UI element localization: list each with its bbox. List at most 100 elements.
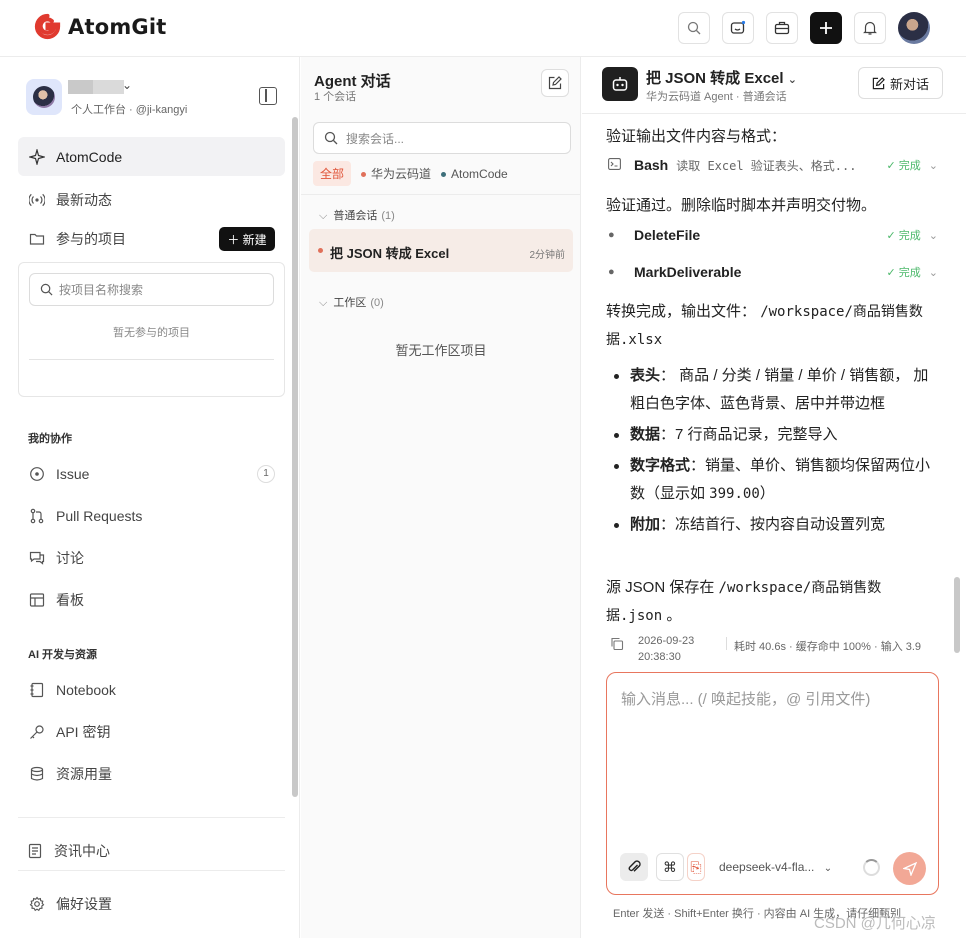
brand-name: AtomGit [68,14,167,39]
filter-label: AtomCode [451,166,508,181]
sidebar-item-label: 讨论 [56,549,84,566]
status-dot [441,171,447,177]
sidebar-item-label: Notebook [56,681,116,698]
project-panel: 按项目名称搜索 暂无参与的项目 [18,262,285,397]
sidebar-item-activity[interactable]: 最新动态 [18,180,285,219]
copy-icon[interactable] [610,637,624,654]
message-date: 2026-09-23 [638,635,695,647]
ai-assistant-icon [730,20,746,34]
user-avatar[interactable] [898,12,930,44]
conversation-search-input[interactable]: 搜索会话... [313,122,571,154]
conversation-search-placeholder: 搜索会话... [346,131,405,146]
chevron-down-icon: ⌄ [928,160,938,172]
message-stats: 耗时 40.6s · 缓存命中 100% · 输入 3.9 [734,641,922,653]
bullet-key: 附加 [630,516,661,533]
tool-description: 读取 Excel 验证表头、格式... [676,158,857,173]
project-empty-text: 暂无参与的项目 [113,327,190,339]
sidebar-item-label: API 密钥 [56,723,111,740]
conversation-item[interactable]: 把 JSON 转成 Excel 2分钟前 [309,229,573,272]
list-item: 数字格式：销量、单价、销售额均保留两位小数（显示如 399.00） [614,452,942,508]
filter-all[interactable]: 全部 [313,161,352,186]
divider [29,359,274,360]
chat-title[interactable]: 把 JSON 转成 Excel ⌄ [646,67,797,88]
sidebar-item-usage[interactable]: 资源用量 [18,754,285,793]
model-name: deepseek-v4-fla... [719,860,815,874]
filter-atomcode[interactable]: AtomCode [441,167,508,181]
key-icon [28,723,46,741]
new-conversation-button[interactable] [541,69,569,97]
sidebar-item-label: Issue [56,465,90,482]
assistant-message: 验证输出文件内容与格式： [606,128,787,145]
sidebar-item-label: 偏好设置 [56,895,112,912]
notebook-icon [28,681,46,699]
send-icon [902,861,917,876]
issue-count-badge: 1 [257,464,275,483]
message-composer[interactable]: 输入消息... (/ 唤起技能，@ 引用文件) ⌘ ⎘ deepseek-v4-… [606,672,939,895]
bullet-text: ： 商品 / 分类 / 销量 / 单价 / 销售额， 加粗白色字体、蓝色背景、居… [630,367,929,412]
atomgit-logo-icon [34,13,61,40]
command-icon: ⌘ [663,858,677,875]
bullet-key: 表头 [630,367,661,384]
group-workspace-header[interactable]: ⌵ 工作区 (0) [319,294,384,310]
create-button[interactable] [810,12,842,44]
integration-button[interactable]: ⎘ [687,853,705,881]
sidebar-item-issue[interactable]: Issue 1 [18,454,285,493]
source-path: /workspace/商品销售数 [718,580,882,596]
news-icon [26,842,44,860]
sidebar-item-pull-requests[interactable]: Pull Requests [18,496,285,535]
sidebar-item-board[interactable]: 看板 [18,580,285,619]
bullet-dot-icon: ● [608,229,615,241]
board-icon [28,591,46,609]
tool-call-markdeliverable[interactable]: ● MarkDeliverable ✓ 完成 ⌄ [608,261,938,283]
group-normal-header[interactable]: ⌵ 普通会话 (1) [319,207,395,223]
model-selector[interactable]: deepseek-v4-fla... ⌄ [719,860,832,874]
sidebar-item-news[interactable]: 资讯中心 [16,831,283,870]
bullet-text: ：7 行商品记录，完整导入 [660,426,838,443]
chevron-down-icon: ⌄ [928,230,938,242]
project-search-input[interactable]: 按项目名称搜索 [29,273,274,306]
sidebar-item-label: 参与的项目 [56,230,126,247]
tool-call-bash[interactable]: Bash 读取 Excel 验证表头、格式... ✓ 完成 ⌄ [608,154,938,176]
send-button[interactable] [893,852,926,885]
notifications-button[interactable] [854,12,886,44]
watermark: CSDN @几何心凉 [814,915,936,932]
sidebar-item-label: 看板 [56,591,84,608]
source-suffix: 。 [666,607,682,624]
new-project-button[interactable]: ＋ 新建 [219,227,275,251]
divider [18,870,285,871]
chevron-down-icon: ⌵ [319,297,328,309]
sidebar-item-atomcode[interactable]: AtomCode [18,137,285,176]
sidebar-scrollbar[interactable] [292,117,298,797]
collapse-sidebar-icon[interactable] [259,87,277,105]
chevron-down-icon: ⌄ [823,863,833,874]
list-item: 附加：冻结首行、按内容自动设置列宽 [614,511,942,539]
sidebar-item-label: AtomCode [56,148,123,165]
search-icon [40,283,53,296]
sidebar-item-notebook[interactable]: Notebook [18,670,285,709]
ai-assistant-button[interactable] [722,12,754,44]
chat-subtitle: 华为云码道 Agent · 普通会话 [646,91,787,103]
conversation-time: 2分钟前 [529,250,565,261]
skills-button[interactable]: ⌘ [656,853,684,881]
sidebar-item-label: 资源用量 [56,765,112,782]
search-button[interactable] [678,12,710,44]
list-item: 表头： 商品 / 分类 / 销量 / 单价 / 销售额， 加粗白色字体、蓝色背景… [614,362,942,418]
tool-status: ✓ 完成 ⌄ [886,267,939,279]
workspace-button[interactable] [766,12,798,44]
divider [582,113,966,114]
filter-huaweicloud[interactable]: 华为云码道 [361,165,431,182]
chevron-down-icon: ⌄ [122,78,133,92]
user-switcher[interactable]: ⌄ 个人工作台 · @ji-kangyi [26,77,286,117]
atomgit-logo[interactable]: AtomGit [34,13,166,40]
sidebar-item-api-keys[interactable]: API 密钥 [18,712,285,751]
chat-scrollbar[interactable] [954,577,960,653]
bullet-code: 399.00 [709,486,760,502]
sidebar-item-settings[interactable]: 偏好设置 [18,884,285,923]
sidebar-item-discussion[interactable]: 讨论 [18,538,285,577]
new-project-label: 新建 [242,232,267,247]
tool-call-deletefile[interactable]: ● DeleteFile ✓ 完成 ⌄ [608,224,938,246]
attach-button[interactable] [620,853,648,881]
chevron-down-icon: ⌄ [787,74,797,86]
bullet-key: 数据 [630,426,661,443]
new-chat-button[interactable]: 新对话 [858,67,943,99]
